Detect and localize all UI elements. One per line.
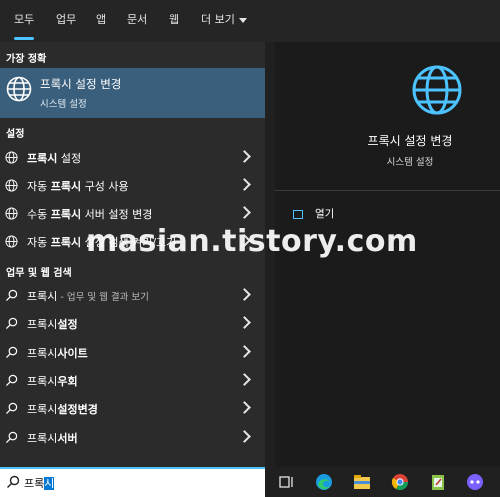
taskbar bbox=[265, 467, 500, 497]
best-match-subtitle: 시스템 설정 bbox=[40, 99, 87, 110]
file-explorer-icon[interactable] bbox=[352, 472, 372, 492]
search-icon bbox=[7, 475, 20, 488]
tab-documents[interactable]: 문서 bbox=[127, 0, 147, 42]
search-icon bbox=[5, 346, 18, 359]
messenger-icon[interactable] bbox=[465, 472, 485, 492]
divider bbox=[275, 190, 500, 191]
chevron-right-icon[interactable] bbox=[238, 316, 251, 329]
result-label: 프록시우회 bbox=[27, 375, 78, 388]
settings-result-manual-server[interactable]: 수동 프록시 서버 설정 변경 bbox=[0, 199, 265, 227]
preview-title: 프록시 설정 변경 bbox=[367, 134, 453, 148]
tab-more[interactable]: 더 보기 bbox=[201, 0, 247, 42]
tab-all[interactable]: 모두 bbox=[14, 0, 35, 42]
chevron-right-icon[interactable] bbox=[238, 345, 251, 358]
globe-icon bbox=[6, 76, 32, 102]
web-search-header: 업무 및 웹 검색 bbox=[6, 268, 72, 279]
edge-browser-icon[interactable] bbox=[314, 472, 334, 492]
settings-header: 설정 bbox=[6, 129, 25, 140]
chevron-right-icon[interactable] bbox=[238, 288, 251, 301]
open-action[interactable]: 열기 bbox=[293, 206, 334, 221]
notepad-icon[interactable] bbox=[428, 472, 448, 492]
search-icon bbox=[5, 289, 18, 302]
search-icon bbox=[5, 374, 18, 387]
result-label: 수동 프록시 서버 설정 변경 bbox=[27, 208, 153, 221]
web-result-proxy-settings-change[interactable]: 프록시설정변경 bbox=[0, 394, 265, 422]
globe-icon bbox=[412, 65, 462, 115]
globe-icon bbox=[5, 207, 18, 220]
result-label: 프록시 - 업무 및 웹 결과 보기 bbox=[27, 290, 149, 303]
web-result-proxy-bypass[interactable]: 프록시우회 bbox=[0, 366, 265, 394]
chevron-right-icon[interactable] bbox=[238, 430, 251, 443]
best-match-item[interactable]: 프록시 설정 변경 시스템 설정 bbox=[0, 68, 265, 118]
tab-web[interactable]: 웹 bbox=[169, 0, 179, 42]
chevron-right-icon[interactable] bbox=[238, 401, 251, 414]
settings-result-auto-config[interactable]: 자동 프록시 구성 사용 bbox=[0, 171, 265, 199]
chevron-down-icon bbox=[238, 17, 247, 23]
open-label: 열기 bbox=[315, 208, 335, 220]
globe-icon bbox=[5, 151, 18, 164]
search-filter-tabs: 모두 업무 앱 문서 웹 더 보기 bbox=[0, 0, 500, 42]
open-icon bbox=[293, 209, 303, 219]
globe-icon bbox=[5, 235, 18, 248]
tab-work[interactable]: 업무 bbox=[56, 0, 76, 42]
task-view-icon[interactable] bbox=[277, 472, 297, 492]
preview-subtitle: 시스템 설정 bbox=[386, 157, 434, 168]
result-label: 자동 프록시 구성 사용 bbox=[27, 180, 129, 193]
chevron-right-icon[interactable] bbox=[238, 178, 251, 191]
globe-icon bbox=[5, 179, 18, 192]
web-result-proxy-site[interactable]: 프록시사이트 bbox=[0, 338, 265, 366]
search-icon bbox=[5, 317, 18, 330]
chevron-right-icon[interactable] bbox=[238, 206, 251, 219]
result-label: 프록시서버 bbox=[27, 432, 78, 445]
search-bar[interactable]: 프록시 bbox=[0, 467, 265, 497]
settings-result-proxy[interactable]: 프록시 설정 bbox=[0, 143, 265, 171]
result-label: 프록시설정변경 bbox=[27, 403, 98, 416]
best-match-title: 프록시 설정 변경 bbox=[40, 77, 122, 91]
web-result-proxy[interactable]: 프록시 - 업무 및 웹 결과 보기 bbox=[0, 281, 265, 309]
web-result-proxy-server[interactable]: 프록시서버 bbox=[0, 423, 265, 451]
search-icon bbox=[5, 402, 18, 415]
best-match-header: 가장 정확 bbox=[6, 54, 47, 65]
web-result-proxy-settings[interactable]: 프록시설정 bbox=[0, 309, 265, 337]
search-icon bbox=[5, 431, 18, 444]
result-label: 프록시사이트 bbox=[27, 347, 88, 360]
chevron-right-icon[interactable] bbox=[238, 373, 251, 386]
result-label: 프록시 설정 bbox=[27, 152, 82, 165]
chevron-right-icon[interactable] bbox=[238, 150, 251, 163]
search-input[interactable]: 프록시 bbox=[24, 475, 55, 491]
chrome-icon[interactable] bbox=[390, 472, 410, 492]
watermark: masian.tistory.com bbox=[86, 224, 418, 259]
tab-more-label: 더 보기 bbox=[201, 13, 235, 26]
result-label: 프록시설정 bbox=[27, 318, 78, 331]
tab-apps[interactable]: 앱 bbox=[96, 0, 106, 42]
